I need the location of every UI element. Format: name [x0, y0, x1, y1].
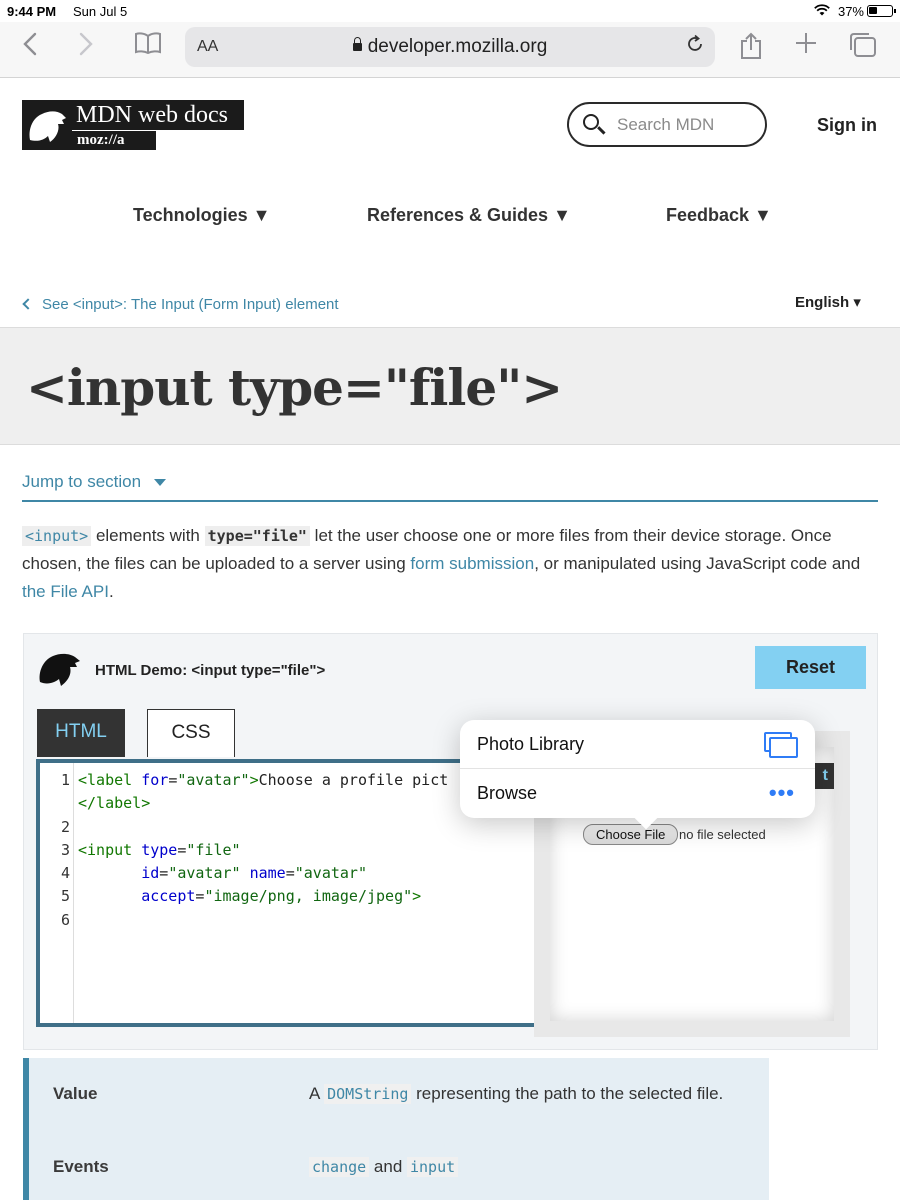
photo-library-icon — [764, 732, 798, 758]
browse-label: Browse — [477, 783, 538, 803]
tabs-button[interactable] — [849, 32, 877, 62]
more-icon: ••• — [768, 780, 795, 805]
intro-text-3: , or manipulated using JavaScript code a… — [534, 554, 861, 573]
tabs-icon — [850, 33, 876, 57]
intro-paragraph: <input> elements with type="file" let th… — [22, 522, 882, 606]
property-value-events: change and input — [309, 1152, 739, 1182]
back-button[interactable] — [20, 32, 40, 62]
input-element-link[interactable]: <input> — [22, 526, 92, 546]
code-content: 1 <label for="avatar">Choose a profile pi… — [40, 769, 448, 932]
battery-icon — [867, 5, 896, 17]
sign-in-link[interactable]: Sign in — [817, 115, 877, 136]
search-box[interactable] — [567, 102, 767, 147]
file-picker-popover: Photo Library Browse ••• — [460, 720, 815, 818]
share-icon — [741, 32, 761, 59]
plus-icon — [796, 33, 816, 53]
status-time: 9:44 PM — [7, 4, 57, 19]
chevron-right-icon — [79, 32, 93, 56]
chevron-left-icon — [22, 298, 34, 310]
page-title: <input type="file"> — [26, 358, 563, 417]
intro-text-4: . — [108, 582, 114, 601]
new-tab-button[interactable] — [793, 32, 819, 62]
address-bar[interactable]: AA developer.mozilla.org — [185, 27, 715, 67]
jump-to-section[interactable]: Jump to section — [22, 472, 166, 492]
choose-file-button[interactable]: Choose File — [583, 824, 679, 845]
lock-icon — [352, 37, 362, 51]
reset-button[interactable]: Reset — [755, 646, 866, 689]
divider — [22, 500, 878, 502]
property-value-value: A DOMString representing the path to the… — [309, 1084, 724, 1104]
property-key-value: Value — [53, 1084, 98, 1103]
breadcrumb-link[interactable]: See <input>: The Input (Form Input) elem… — [42, 296, 339, 313]
properties-table: Value A DOMString representing the path … — [23, 1058, 769, 1200]
photo-library-option[interactable]: Photo Library — [460, 720, 815, 769]
battery-percent: 37% — [837, 4, 864, 19]
line-number: 3 — [60, 840, 70, 859]
nav-feedback[interactable]: Feedback ▼ — [666, 205, 772, 226]
nav-references-guides[interactable]: References & Guides ▼ — [367, 205, 571, 226]
status-bar: 9:44 PM Sun Jul 5 37% — [0, 0, 900, 22]
line-number: 1 — [60, 771, 70, 789]
nav-technologies[interactable]: Technologies ▼ — [133, 205, 271, 226]
title-banner: <input type="file"> — [0, 327, 900, 445]
domstring-link[interactable]: DOMString — [324, 1084, 412, 1104]
wifi-icon — [814, 4, 830, 19]
photo-library-label: Photo Library — [477, 734, 585, 754]
type-file-code: type="file" — [204, 526, 310, 546]
property-key-events: Events — [53, 1157, 109, 1176]
mozilla-wordmark: moz://a — [72, 131, 156, 150]
book-icon — [135, 32, 161, 55]
search-icon — [583, 114, 599, 130]
no-file-label: no file selected — [679, 827, 766, 842]
forward-button[interactable] — [76, 32, 96, 62]
dinosaur-icon — [36, 646, 84, 690]
logo-wordmark: MDN web docs — [72, 100, 244, 130]
line-number: 5 — [60, 887, 70, 906]
demo-title: HTML Demo: <input type="file"> — [95, 662, 326, 679]
reload-icon[interactable] — [685, 34, 705, 60]
tab-css[interactable]: CSS — [147, 709, 235, 757]
line-number: 6 — [60, 910, 70, 929]
dinosaur-logo-icon — [22, 100, 72, 150]
url-text: developer.mozilla.org — [367, 36, 548, 57]
line-number: 4 — [60, 864, 70, 883]
intro-text-1: elements with — [91, 526, 205, 545]
search-input[interactable] — [617, 113, 757, 137]
form-submission-link[interactable]: form submission — [410, 554, 534, 573]
chevron-left-icon — [23, 32, 37, 56]
jump-label: Jump to section — [22, 472, 142, 491]
line-number: 2 — [60, 817, 70, 836]
language-selector[interactable]: English ▾ — [795, 293, 861, 311]
bookmarks-button[interactable] — [134, 32, 162, 62]
mdn-logo[interactable]: MDN web docs moz://a — [22, 100, 244, 150]
tab-html[interactable]: HTML — [37, 709, 125, 757]
interactive-demo: HTML Demo: <input type="file"> Reset HTM… — [23, 633, 878, 1050]
change-event-link[interactable]: change — [309, 1157, 370, 1177]
breadcrumb[interactable]: See <input>: The Input (Form Input) elem… — [22, 296, 339, 313]
input-event-link[interactable]: input — [407, 1157, 459, 1177]
share-button[interactable] — [738, 32, 764, 62]
caret-down-icon — [153, 479, 166, 486]
browse-option[interactable]: Browse ••• — [460, 769, 815, 818]
file-api-link[interactable]: the File API — [22, 582, 109, 601]
browser-toolbar: AA developer.mozilla.org — [0, 22, 900, 78]
status-date: Sun Jul 5 — [73, 4, 128, 19]
